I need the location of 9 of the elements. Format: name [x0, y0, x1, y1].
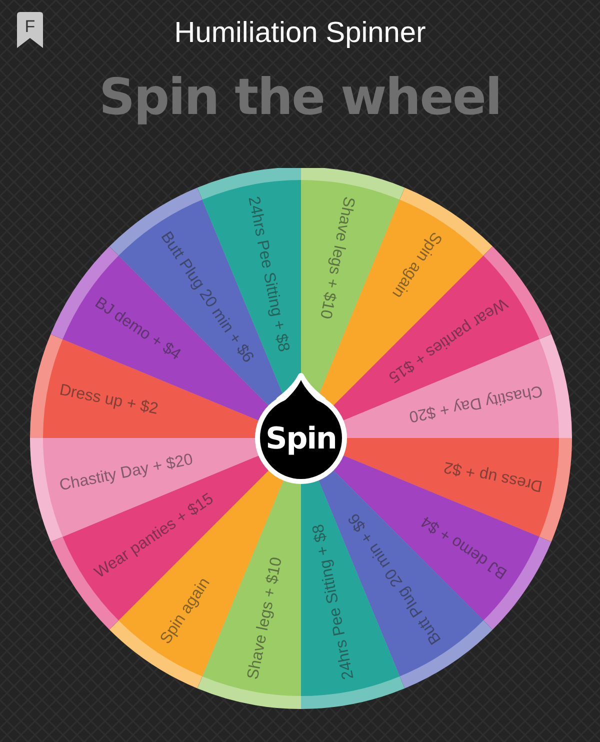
- heading: Spin the wheel: [98, 72, 501, 122]
- segment-label: Shave legs + $10: [316, 195, 358, 320]
- bookmark-logo: F: [17, 12, 43, 48]
- window-title: Humiliation Spinner: [174, 18, 426, 48]
- segment-label: Dress up + $2: [442, 458, 544, 494]
- segment-label: Chastity Day + $20: [58, 451, 194, 494]
- segment-label: Dress up + $2: [58, 382, 160, 418]
- segment-label: Chastity Day + $20: [408, 382, 544, 425]
- segment-label: Shave legs + $10: [244, 556, 286, 681]
